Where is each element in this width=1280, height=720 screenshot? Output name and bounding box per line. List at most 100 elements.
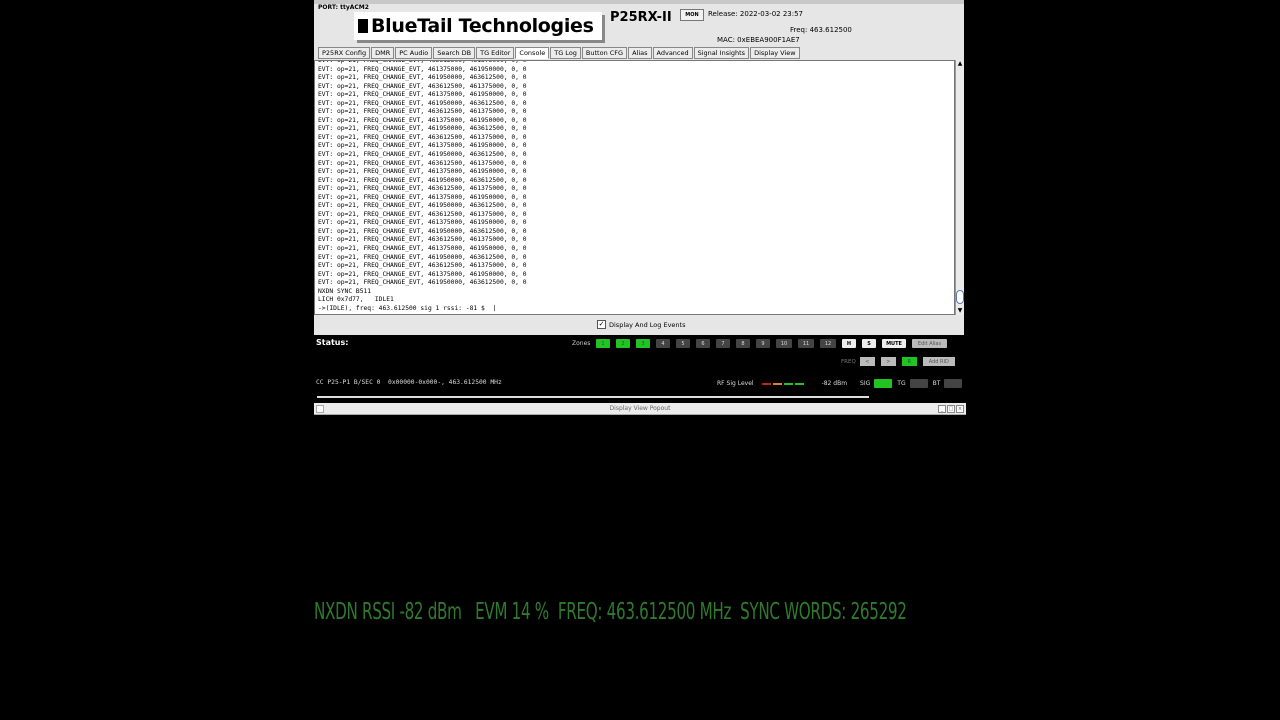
scroll-up-icon[interactable]: ▲ bbox=[956, 60, 964, 68]
s-button[interactable]: S bbox=[862, 339, 876, 348]
display-log-events-label: Display And Log Events bbox=[609, 320, 686, 329]
tab-console[interactable]: Console bbox=[515, 47, 550, 59]
tab-dmr[interactable]: DMR bbox=[371, 47, 395, 59]
tab-advanced[interactable]: Advanced bbox=[652, 47, 693, 59]
console-line: EVT: op=21, FREQ_CHANGE_EVT, 461375000, … bbox=[318, 142, 527, 150]
console-line: EVT: op=21, FREQ_CHANGE_EVT, 463612500, … bbox=[318, 236, 527, 244]
display-view-popout: Display View Popout _ □ × NXDN RSSI -82 … bbox=[314, 403, 966, 720]
status-panel: Status: Zones 1 2 3 4 5 6 7 8 9 10 11 12… bbox=[314, 335, 964, 403]
zone-button-5[interactable]: 5 bbox=[676, 339, 690, 348]
console-line: EVT: op=21, FREQ_CHANGE_EVT, 461950000, … bbox=[318, 176, 527, 184]
tab-search-db[interactable]: Search DB bbox=[433, 47, 476, 59]
zone-button-4[interactable]: 4 bbox=[656, 339, 670, 348]
rf-level-bar-orange bbox=[772, 382, 782, 385]
tab-signal-insights[interactable]: Signal Insights bbox=[693, 47, 750, 59]
console-output[interactable]: EVT: op=21, FREQ_CHANGE_EVT, 463612500, … bbox=[314, 60, 955, 315]
rf-signal-row: RF Sig Level -82 dBm SIG TG BT bbox=[717, 379, 963, 388]
add-rid-button[interactable]: Add RID bbox=[922, 357, 955, 366]
console-scrollbar[interactable]: ▲ ▼ bbox=[955, 60, 964, 315]
popout-titlebar[interactable]: Display View Popout _ □ × bbox=[314, 403, 966, 415]
port-label: PORT: ttyACM2 bbox=[318, 4, 369, 11]
maximize-icon[interactable]: □ bbox=[947, 405, 955, 413]
tab-tg-editor[interactable]: TG Editor bbox=[476, 47, 515, 59]
tab-tg-log[interactable]: TG Log bbox=[550, 47, 581, 59]
console-line: EVT: op=21, FREQ_CHANGE_EVT, 461950000, … bbox=[318, 279, 527, 287]
h-button[interactable]: H bbox=[842, 339, 856, 348]
tg-indicator bbox=[909, 379, 928, 388]
zones-label: Zones bbox=[572, 340, 591, 347]
tab-alias[interactable]: Alias bbox=[628, 47, 652, 59]
sig-label: SIG bbox=[860, 380, 871, 387]
console-line: EVT: op=21, FREQ_CHANGE_EVT, 463612500, … bbox=[318, 185, 527, 193]
zone-button-11[interactable]: 11 bbox=[798, 339, 814, 348]
tab-p25rx-config[interactable]: P25RX Config bbox=[318, 47, 371, 59]
console-line: NXDN SYNC B511 bbox=[318, 287, 372, 295]
window-titlebar[interactable] bbox=[314, 0, 964, 4]
rf-level-bar-green-2 bbox=[794, 382, 804, 385]
console-line: EVT: op=21, FREQ_CHANGE_EVT, 463612500, … bbox=[318, 133, 527, 141]
mute-button[interactable]: MUTE bbox=[882, 339, 906, 348]
bt-indicator bbox=[944, 379, 963, 388]
freq-label: Freq: 463.612500 bbox=[790, 26, 852, 34]
status-progress-bar bbox=[317, 396, 869, 398]
scroll-down-icon[interactable]: ▼ bbox=[956, 307, 964, 315]
mon-button[interactable]: MON bbox=[680, 9, 704, 21]
console-line: EVT: op=21, FREQ_CHANGE_EVT, 461375000, … bbox=[318, 65, 527, 73]
tab-button-cfg[interactable]: Button CFG bbox=[581, 47, 628, 59]
tab-display-view[interactable]: Display View bbox=[750, 47, 800, 59]
scroll-thumb[interactable] bbox=[956, 290, 964, 304]
zone-button-1[interactable]: 1 bbox=[596, 339, 610, 348]
console-line: EVT: op=21, FREQ_CHANGE_EVT, 461950000, … bbox=[318, 125, 527, 133]
control-channel-info: CC P25-P1 B/SEC 0 0x00000-0x000-, 463.61… bbox=[316, 379, 502, 386]
display-status-line: NXDN RSSI -82 dBm EVM 14 % FREQ: 463.612… bbox=[314, 599, 907, 625]
console-line: EVT: op=21, FREQ_CHANGE_EVT, 461950000, … bbox=[318, 227, 527, 235]
status-label: Status: bbox=[316, 338, 349, 347]
zone-button-2[interactable]: 2 bbox=[616, 339, 630, 348]
console-line: EVT: op=21, FREQ_CHANGE_EVT, 463612500, … bbox=[318, 82, 527, 90]
zone-button-6[interactable]: 6 bbox=[696, 339, 710, 348]
popout-title: Display View Popout bbox=[609, 405, 671, 412]
console-line: EVT: op=21, FREQ_CHANGE_EVT, 461375000, … bbox=[318, 219, 527, 227]
zone-button-7[interactable]: 7 bbox=[716, 339, 730, 348]
bt-label: BT bbox=[932, 380, 941, 387]
console-line: EVT: op=21, FREQ_CHANGE_EVT, 461375000, … bbox=[318, 193, 527, 201]
console-line: EVT: op=21, FREQ_CHANGE_EVT, 463612500, … bbox=[318, 108, 527, 116]
freq-r-button[interactable]: R bbox=[901, 357, 917, 366]
zone-button-9[interactable]: 9 bbox=[756, 339, 770, 348]
rf-level-bar-red bbox=[761, 382, 771, 385]
console-line: ->(IDLE), freq: 463.612500 sig 1 rssi: -… bbox=[318, 304, 497, 312]
freq-prev-button[interactable]: < bbox=[859, 357, 875, 366]
console-line: EVT: op=21, FREQ_CHANGE_EVT, 461375000, … bbox=[318, 168, 527, 176]
edit-alias-button[interactable]: Edit Alias bbox=[912, 339, 947, 348]
console-line: EVT: op=21, FREQ_CHANGE_EVT, 461375000, … bbox=[318, 91, 527, 99]
mac-label: MAC: 0xEBEA900F1AE7 bbox=[717, 36, 800, 44]
console-line: EVT: op=21, FREQ_CHANGE_EVT, 461950000, … bbox=[318, 253, 527, 261]
display-log-events-checkbox[interactable]: ✓ bbox=[597, 320, 606, 329]
logo-mark-icon bbox=[358, 19, 368, 33]
console-line: EVT: op=21, FREQ_CHANGE_EVT, 461375000, … bbox=[318, 116, 527, 124]
tab-pc-audio[interactable]: PC Audio bbox=[395, 47, 433, 59]
zone-button-8[interactable]: 8 bbox=[736, 339, 750, 348]
console-line: LICH 0x7d77, IDLE1 bbox=[318, 296, 394, 304]
zone-button-10[interactable]: 10 bbox=[776, 339, 792, 348]
rf-sig-label: RF Sig Level bbox=[717, 380, 754, 387]
popout-window-buttons: _ □ × bbox=[937, 405, 964, 413]
zone-button-3[interactable]: 3 bbox=[636, 339, 650, 348]
display-log-events-row[interactable]: ✓ Display And Log Events bbox=[597, 320, 685, 329]
logo-text: BlueTail Technologies bbox=[371, 15, 594, 37]
console-line: EVT: op=21, FREQ_CHANGE_EVT, 461950000, … bbox=[318, 202, 527, 210]
rf-level-bar-green bbox=[783, 382, 793, 385]
popout-menu-icon[interactable] bbox=[316, 405, 324, 413]
tg-label: TG bbox=[897, 380, 906, 387]
freq-next-button[interactable]: > bbox=[880, 357, 896, 366]
zone-button-12[interactable]: 12 bbox=[820, 339, 836, 348]
sig-indicator bbox=[874, 379, 893, 388]
console-line: EVT: op=21, FREQ_CHANGE_EVT, 461375000, … bbox=[318, 270, 527, 278]
console-line: EVT: op=21, FREQ_CHANGE_EVT, 461950000, … bbox=[318, 74, 527, 82]
console-line: EVT: op=21, FREQ_CHANGE_EVT, 461950000, … bbox=[318, 99, 527, 107]
console-line: EVT: op=21, FREQ_CHANGE_EVT, 461375000, … bbox=[318, 245, 527, 253]
company-logo: BlueTail Technologies bbox=[354, 12, 602, 40]
freq-controls: FREQ < > R Add RID bbox=[841, 357, 955, 366]
close-icon[interactable]: × bbox=[956, 405, 964, 413]
minimize-icon[interactable]: _ bbox=[938, 405, 946, 413]
